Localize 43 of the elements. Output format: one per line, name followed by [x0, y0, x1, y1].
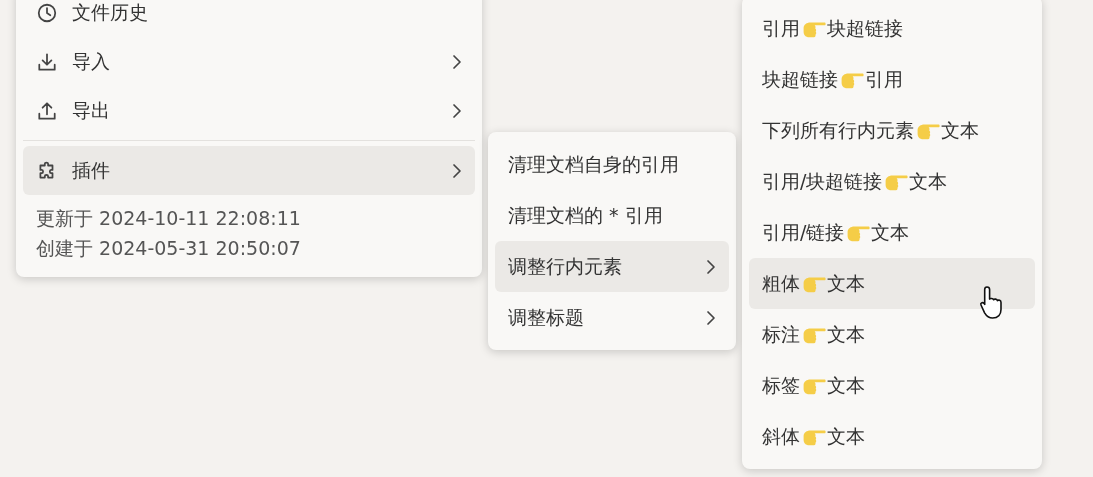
menu-item[interactable]: 插件 [23, 146, 475, 195]
source-label: 标注 [762, 322, 800, 348]
menu-item[interactable]: 下列所有行内元素 文本 [749, 105, 1035, 156]
menu-item[interactable]: 标签 文本 [749, 360, 1035, 411]
chevron-right-icon [452, 53, 462, 70]
chevron-right-icon [706, 309, 716, 326]
source-label: 斜体 [762, 424, 800, 450]
target-label: 文本 [827, 424, 865, 450]
source-label: 块超链接 [762, 67, 838, 93]
menu-item[interactable]: 导入 [23, 37, 475, 86]
menu-item[interactable]: 调整标题 [495, 292, 729, 343]
menu-item[interactable]: 引用 块超链接 [749, 3, 1035, 54]
menu-item[interactable]: 清理文档自身的引用 [495, 139, 729, 190]
menu-item[interactable]: 导出 [23, 86, 475, 135]
source-label: 引用/块超链接 [762, 169, 883, 195]
timestamp-text: 更新于 2024-10-11 22:08:11 [35, 206, 302, 231]
target-label: 文本 [871, 220, 910, 246]
chevron-right-icon [706, 258, 716, 275]
chevron-right-icon [452, 102, 462, 119]
target-label: 文本 [827, 373, 865, 399]
target-label: 引用 [865, 67, 903, 93]
menu-item[interactable]: 清理文档的 * 引用 [495, 190, 729, 241]
source-label: 引用/链接 [762, 220, 845, 246]
source-label: 标签 [762, 373, 800, 399]
menu-item[interactable]: 引用/块超链接 文本 [749, 156, 1035, 207]
target-label: 文本 [909, 169, 948, 195]
menu-item[interactable]: 文件历史 [23, 0, 475, 37]
source-label: 引用 [762, 16, 800, 42]
menu-item[interactable]: 块超链接 引用 [749, 54, 1035, 105]
menu-item[interactable]: 粗体 文本 [749, 258, 1035, 309]
clock-icon [36, 1, 58, 24]
menu-item[interactable]: 斜体 文本 [749, 411, 1035, 462]
target-label: 文本 [827, 322, 865, 348]
timestamp-text: 创建于 2024-05-31 20:50:07 [35, 236, 302, 261]
chevron-right-icon [452, 162, 462, 179]
source-label: 粗体 [762, 271, 800, 297]
target-label: 文本 [827, 271, 865, 297]
menu-item[interactable]: 引用/链接 文本 [749, 207, 1035, 258]
menu-item[interactable]: 标注 文本 [749, 309, 1035, 360]
menu-item[interactable]: 调整行内元素 [495, 241, 729, 292]
target-label: 文本 [941, 118, 979, 144]
source-label: 下列所有行内元素 [762, 118, 914, 144]
target-label: 块超链接 [827, 16, 903, 42]
